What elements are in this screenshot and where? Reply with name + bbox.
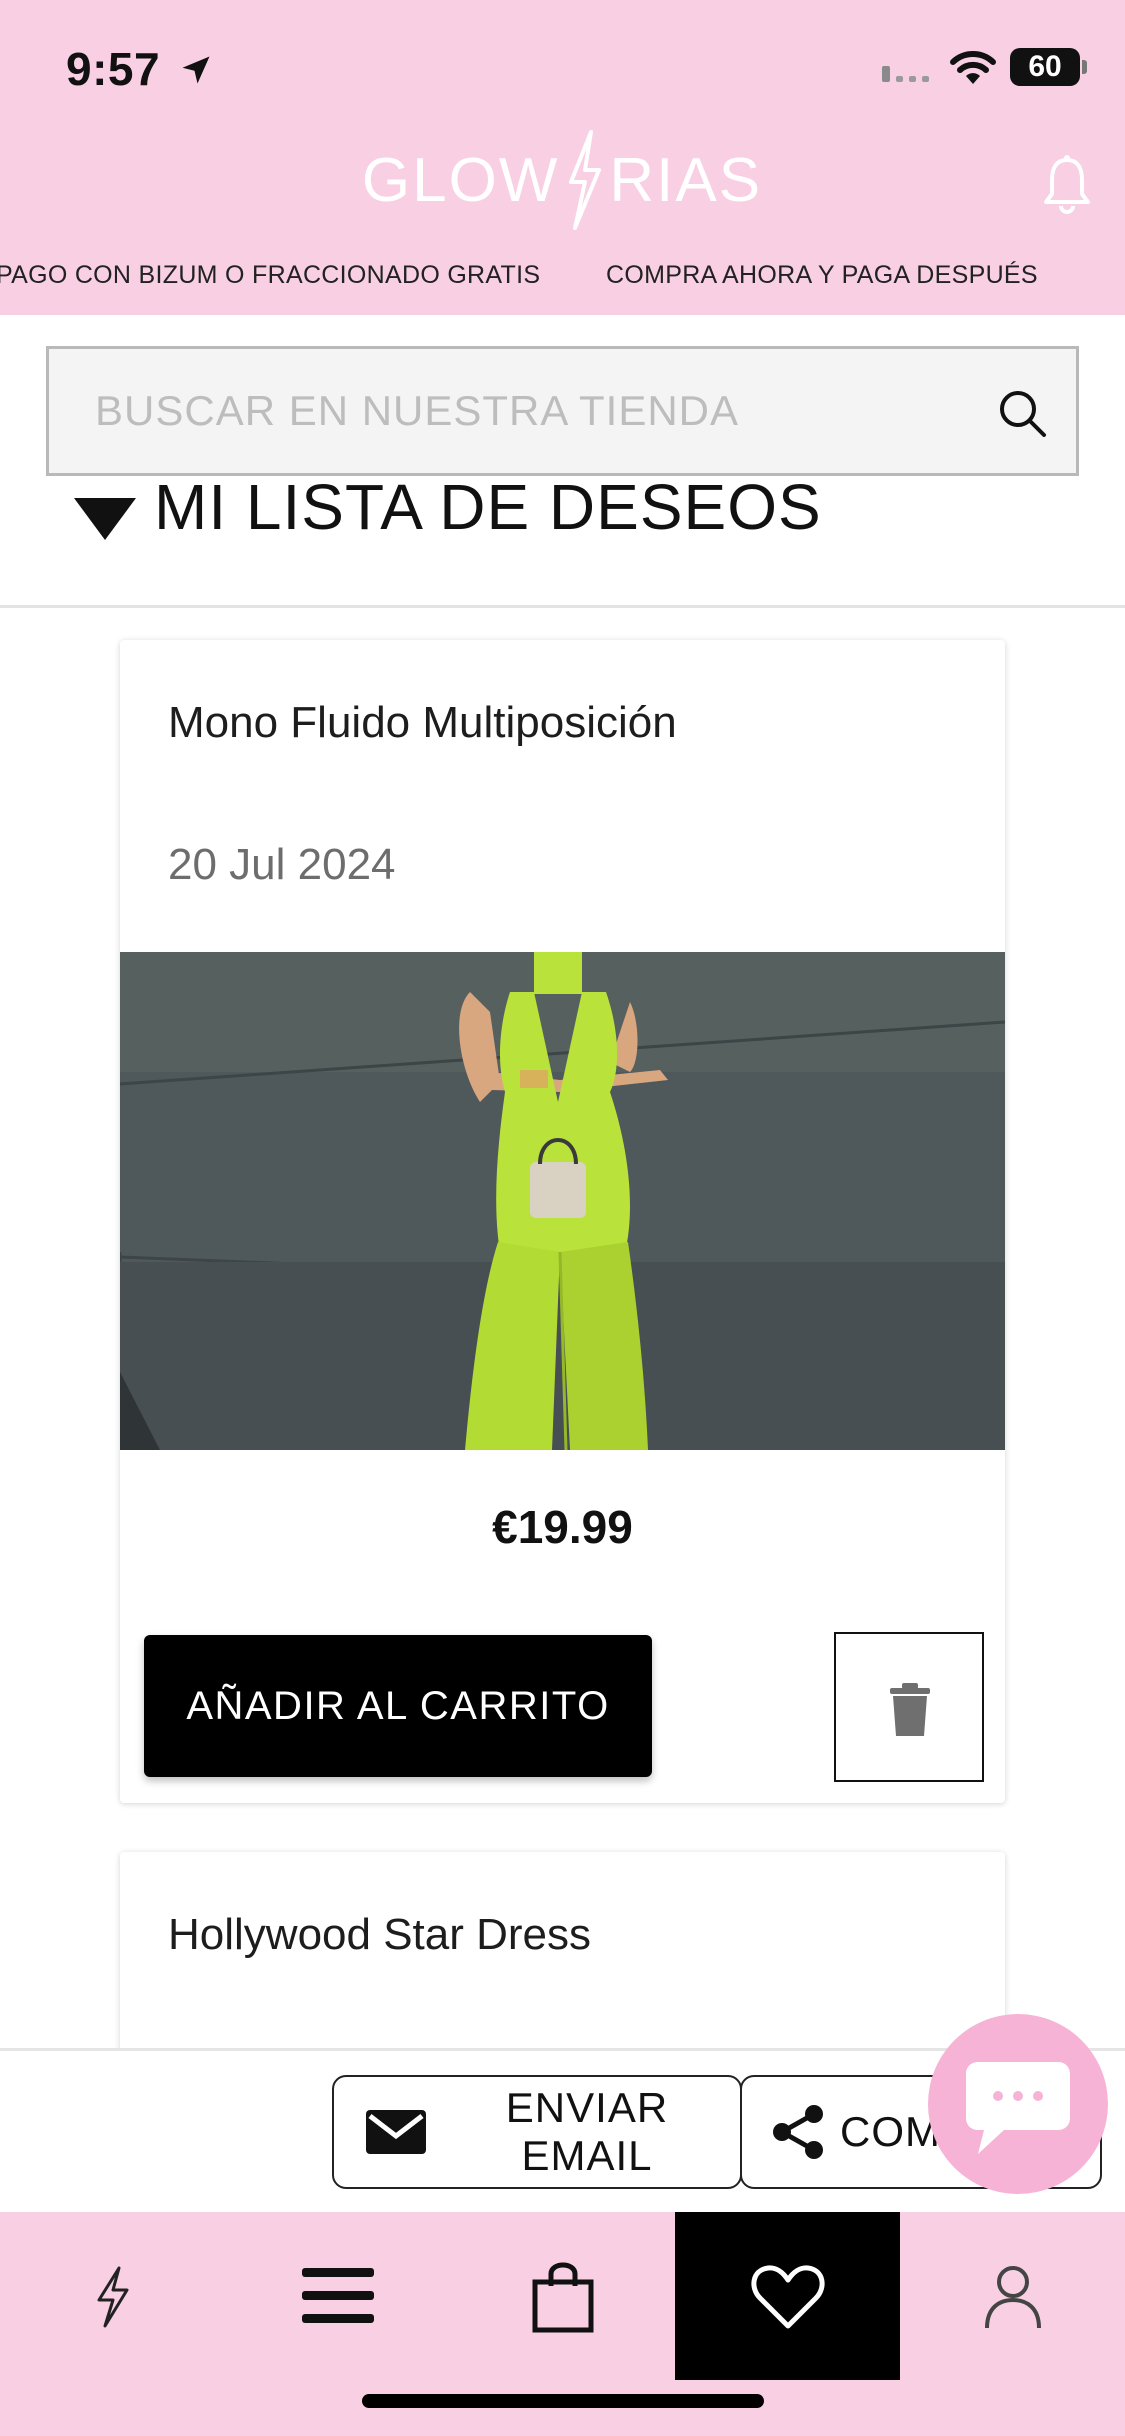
wishlist-item-card: Mono Fluido Multiposición 20 Jul 2024 €1… (120, 640, 1005, 1803)
wishlist-title: MI LISTA DE DESEOS (154, 478, 822, 543)
wifi-icon (950, 51, 996, 84)
nav-account[interactable] (900, 2212, 1125, 2380)
cellular-signal-icon (882, 66, 929, 82)
product-price: €19.99 (492, 1501, 633, 1553)
envelope-icon (365, 2110, 426, 2154)
add-to-cart-button[interactable]: AÑADIR AL CARRITO (144, 1635, 652, 1777)
collapse-triangle-icon (74, 498, 136, 540)
added-date: 20 Jul 2024 (168, 840, 396, 889)
trash-icon (890, 1683, 930, 1736)
nav-menu[interactable] (225, 2212, 450, 2380)
send-email-button[interactable]: ENVIAR EMAIL (332, 2075, 742, 2189)
search-input[interactable] (49, 349, 1076, 473)
product-name[interactable]: Mono Fluido Multiposición (168, 698, 677, 748)
product-name[interactable]: Hollywood Star Dress (168, 1910, 591, 1960)
promo-marquee: PAGO CON BIZUM O FRACCIONADO GRATIS COMP… (0, 245, 1125, 315)
status-bar: 9:57 60 (0, 0, 1125, 130)
nav-bolt[interactable] (0, 2212, 225, 2380)
battery-cap (1082, 60, 1087, 74)
heart-icon (750, 2265, 825, 2329)
share-icon (773, 2105, 823, 2159)
lightning-bolt-logo-icon (569, 130, 602, 230)
location-arrow-icon (182, 56, 210, 84)
wishlist-heading[interactable]: MI LISTA DE DESEOS (0, 478, 1125, 608)
search-icon[interactable] (996, 387, 1048, 439)
home-indicator (362, 2394, 764, 2408)
logo-text-right: RIAS (609, 145, 763, 215)
nav-cart[interactable] (450, 2212, 675, 2380)
promo-text: PAGO CON BIZUM O FRACCIONADO GRATIS (0, 261, 541, 289)
promo-text: COMPRA AHORA Y PAGA DESPUÉS (606, 261, 1038, 289)
chat-launcher-button[interactable] (928, 2014, 1108, 2194)
delete-button[interactable] (834, 1632, 984, 1782)
bolt-icon (97, 2266, 128, 2328)
product-image[interactable] (120, 952, 1005, 1450)
bell-icon[interactable] (1040, 154, 1094, 214)
brand-logo[interactable]: GLOW RIAS (352, 130, 772, 230)
send-email-label: ENVIAR EMAIL (505, 2084, 669, 2179)
status-time: 9:57 (66, 43, 161, 95)
bag-icon (532, 2262, 593, 2333)
nav-wishlist[interactable] (675, 2212, 900, 2380)
search-bar (46, 346, 1079, 476)
app-header: GLOW RIAS (0, 130, 1125, 245)
logo-text-left: GLOW (361, 145, 560, 215)
battery-indicator: 60 (1010, 48, 1080, 86)
menu-icon (301, 2268, 374, 2323)
user-icon (984, 2266, 1041, 2329)
product-photo-illustration (120, 952, 1005, 1450)
chat-icon (966, 2062, 1070, 2154)
